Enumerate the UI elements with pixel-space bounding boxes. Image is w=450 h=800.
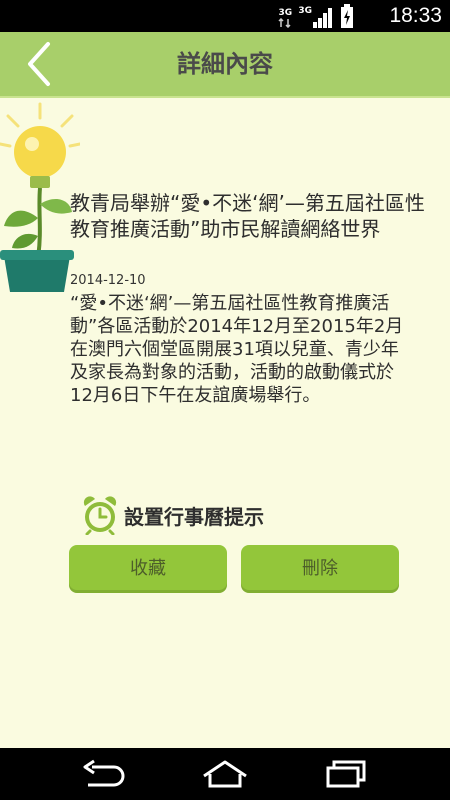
calendar-reminder-button[interactable]: 設置行事曆提示 (82, 495, 264, 535)
network-indicator-a: 3G (278, 9, 292, 28)
nav-back-button[interactable] (78, 758, 128, 790)
page-title: 詳細內容 (177, 50, 273, 78)
app-header: 詳細內容 (0, 32, 450, 98)
delete-button[interactable]: 刪除 (241, 545, 399, 593)
signal-icon (313, 8, 332, 28)
home-icon (203, 760, 247, 788)
favorite-button[interactable]: 收藏 (69, 545, 227, 593)
reminder-label: 設置行事曆提示 (124, 504, 264, 529)
article-date: 2014-12-10 (70, 273, 146, 288)
article-body: “愛•不迷‘網’—第五屆社區性教育推廣活動”各區活動於2014年12月至2015… (70, 293, 404, 406)
nav-home-button[interactable] (200, 758, 250, 790)
data-arrows-icon (278, 18, 291, 28)
system-nav-bar (0, 748, 450, 800)
network-indicator-b: 3G (298, 6, 334, 28)
article-title: 教青局舉辦“愛•不迷‘網’—第五屆社區性教育推廣活動”助市民解讀網絡世界 (70, 191, 425, 241)
recent-apps-icon (326, 760, 366, 788)
lightbulb-plant-illustration (0, 102, 80, 292)
network-type-label: 3G (298, 6, 312, 16)
network-type-label: 3G (278, 8, 293, 18)
status-bar: 3G 3G 18:33 (0, 0, 450, 32)
alarm-clock-icon (83, 496, 117, 535)
status-icons: 3G 3G (278, 4, 354, 28)
battery-charging-icon (341, 4, 353, 28)
nav-recent-apps-button[interactable] (322, 758, 372, 790)
status-clock: 18:33 (389, 4, 442, 27)
back-arrow-icon (83, 759, 125, 787)
